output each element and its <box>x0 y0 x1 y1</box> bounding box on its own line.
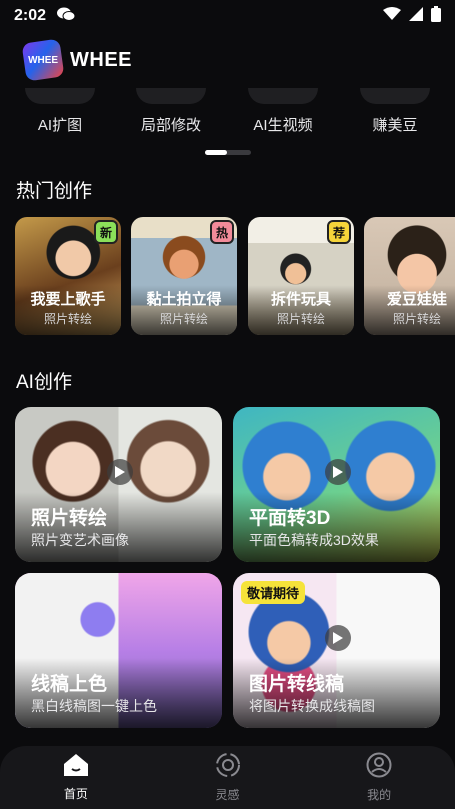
hot-card-name: 拆件玩具 <box>270 291 331 308</box>
hot-card-sub: 照片转绘 <box>276 312 325 326</box>
nav-home[interactable]: 首页 <box>0 746 152 809</box>
hot-card-name: 我要上歌手 <box>30 291 106 308</box>
earn-beans-icon <box>360 88 430 104</box>
pager-active-dot <box>205 150 227 155</box>
tool-label: 局部修改 <box>140 117 201 134</box>
profile-icon <box>366 752 392 783</box>
hot-card-toy[interactable]: 拆件玩具 照片转绘 荐 <box>248 217 354 335</box>
tool-ai-expand[interactable]: AI扩图 <box>15 88 105 135</box>
tool-label: AI生视频 <box>253 117 313 134</box>
signal-icon <box>409 6 423 26</box>
recommend-badge: 荐 <box>327 220 351 244</box>
nav-label: 灵感 <box>215 788 240 802</box>
ai-card-sub: 平面色稿转成3D效果 <box>249 532 379 548</box>
wifi-icon <box>383 6 401 26</box>
hot-card-name: 黏土拍立得 <box>146 291 222 308</box>
hot-card-sub: 照片转绘 <box>43 312 92 326</box>
app-header: WHEE WHEE <box>21 38 132 82</box>
ai-card-photo-to-art[interactable]: 照片转绘 照片变艺术画像 <box>15 407 222 562</box>
hot-badge: 热 <box>210 220 234 244</box>
tool-label: 赚美豆 <box>372 117 418 134</box>
status-time: 2:02 <box>14 7 47 24</box>
home-icon <box>63 753 89 782</box>
tool-label: AI扩图 <box>37 117 83 134</box>
carousel-pager <box>205 150 251 155</box>
app-logo: WHEE <box>21 38 65 82</box>
ai-card-sub: 照片变艺术画像 <box>31 532 129 548</box>
partial-edit-icon <box>136 88 206 104</box>
bottom-nav: 首页 灵感 我的 <box>0 746 455 809</box>
wechat-icon <box>56 6 76 27</box>
play-icon <box>325 625 351 651</box>
app-title: WHEE <box>70 48 132 71</box>
ai-expand-icon <box>25 88 95 104</box>
inspiration-icon <box>215 752 241 783</box>
hot-card-idol[interactable]: 爱豆娃娃 照片转绘 <box>364 217 455 335</box>
ai-card-title: 照片转绘 <box>31 508 108 529</box>
hot-card-singer[interactable]: 我要上歌手 照片转绘 新 <box>15 217 121 335</box>
tool-earn-beans[interactable]: 赚美豆 <box>350 88 440 135</box>
nav-profile[interactable]: 我的 <box>303 746 455 809</box>
ai-card-title: 平面转3D <box>249 508 331 529</box>
play-icon <box>107 459 133 485</box>
ai-card-title: 线稿上色 <box>31 674 108 695</box>
status-bar: 2:02 <box>0 0 455 32</box>
battery-icon <box>431 5 441 27</box>
new-badge: 新 <box>94 220 118 244</box>
ai-card-title: 图片转线稿 <box>249 674 345 695</box>
tools-row: AI扩图 局部修改 AI生视频 赚美豆 <box>0 88 455 138</box>
tool-partial-edit[interactable]: 局部修改 <box>126 88 216 135</box>
hot-card-sub: 照片转绘 <box>159 312 208 326</box>
hot-creations-list: 我要上歌手 照片转绘 新 黏土拍立得 照片转绘 热 拆件玩具 照片转绘 荐 爱豆… <box>15 217 455 337</box>
coming-soon-badge: 敬请期待 <box>241 581 306 604</box>
ai-card-lineart-color[interactable]: 线稿上色 黑白线稿图一键上色 <box>15 573 222 728</box>
ai-card-image-to-lineart[interactable]: 敬请期待 图片转线稿 将图片转换成线稿图 <box>233 573 440 728</box>
ai-card-flat-to-3d[interactable]: 平面转3D 平面色稿转成3D效果 <box>233 407 440 562</box>
hot-card-sub: 照片转绘 <box>392 312 441 326</box>
ai-section-title: AI创作 <box>16 372 72 393</box>
ai-video-icon <box>248 88 318 104</box>
nav-inspiration[interactable]: 灵感 <box>152 746 304 809</box>
play-icon <box>325 459 351 485</box>
tool-ai-video[interactable]: AI生视频 <box>238 88 328 135</box>
hot-card-name: 爱豆娃娃 <box>386 291 447 308</box>
hot-card-clay[interactable]: 黏土拍立得 照片转绘 热 <box>131 217 237 335</box>
ai-card-sub: 将图片转换成线稿图 <box>249 698 375 714</box>
nav-label: 我的 <box>367 788 392 802</box>
ai-card-sub: 黑白线稿图一键上色 <box>31 698 157 714</box>
nav-label: 首页 <box>63 787 88 801</box>
hot-section-title: 热门创作 <box>16 181 93 202</box>
